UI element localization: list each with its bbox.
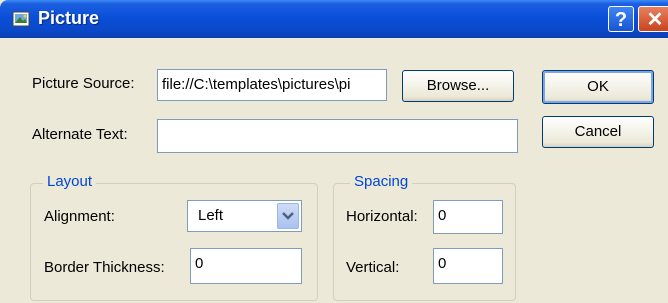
cancel-button[interactable]: Cancel [542, 116, 654, 148]
alternate-text-label: Alternate Text: [32, 126, 128, 143]
alternate-text-input[interactable] [157, 119, 518, 153]
layout-group-title: Layout [43, 173, 97, 190]
alignment-select[interactable]: Left [187, 200, 302, 232]
spacing-group-title: Spacing [350, 173, 413, 190]
vertical-input[interactable]: 0 [433, 248, 503, 284]
border-thickness-input[interactable]: 0 [190, 248, 302, 284]
close-icon: ✕ [646, 9, 664, 31]
picture-dialog-icon [12, 10, 32, 28]
horizontal-input[interactable]: 0 [433, 200, 503, 234]
close-button[interactable]: ✕ [638, 6, 668, 32]
picture-source-input[interactable]: file://C:\templates\pictures\pi [157, 69, 387, 101]
help-button[interactable]: ? [608, 6, 634, 32]
ok-button[interactable]: OK [542, 70, 654, 104]
picture-dialog: Picture ? ✕ Picture Source: file://C:\te… [0, 0, 668, 303]
browse-button[interactable]: Browse... [402, 70, 514, 102]
chevron-down-icon[interactable] [277, 203, 299, 229]
border-thickness-label: Border Thickness: [44, 259, 165, 276]
horizontal-label: Horizontal: [346, 208, 418, 225]
vertical-label: Vertical: [346, 259, 400, 276]
picture-source-label: Picture Source: [32, 75, 135, 92]
title-bar[interactable]: Picture ? ✕ [0, 0, 668, 38]
window-title: Picture [38, 8, 100, 28]
alignment-value: Left [198, 207, 224, 224]
help-icon: ? [614, 9, 628, 31]
alignment-label: Alignment: [44, 208, 115, 225]
